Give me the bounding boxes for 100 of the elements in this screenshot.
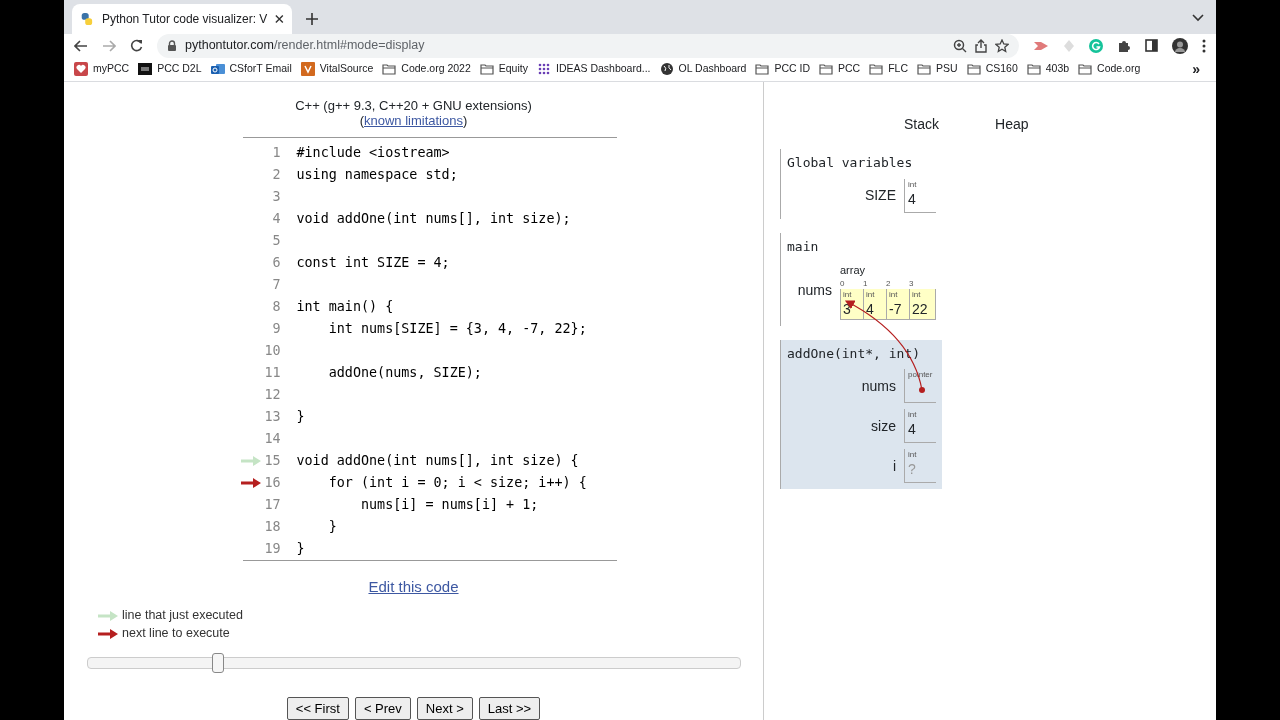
frame-title: Global variables xyxy=(787,154,914,172)
code-line: } xyxy=(327,517,337,536)
mail-icon xyxy=(210,62,225,77)
bookmark-link[interactable]: CSforT Email xyxy=(229,61,292,78)
grid-icon xyxy=(536,62,551,77)
puzzle-icon[interactable] xyxy=(1117,38,1131,53)
line-number: 15 xyxy=(263,451,281,470)
step-button[interactable]: << First xyxy=(286,696,349,720)
zoom-icon[interactable] xyxy=(953,38,967,53)
sidebar-icon[interactable] xyxy=(1145,39,1158,53)
next-line-arrow-icon xyxy=(240,478,261,488)
type-label: int xyxy=(912,289,922,300)
slider-thumb[interactable] xyxy=(211,652,224,673)
line-number: 10 xyxy=(263,341,281,360)
frame-title: main xyxy=(787,237,820,256)
line-number: 13 xyxy=(263,407,281,426)
type-label: int xyxy=(866,289,876,300)
step-button[interactable]: Next > xyxy=(416,696,473,720)
share-icon[interactable] xyxy=(975,38,987,53)
extension-icon[interactable] xyxy=(1033,39,1049,52)
legend-label: next line to execute xyxy=(122,625,230,643)
square-icon xyxy=(138,62,153,77)
close-icon[interactable] xyxy=(275,13,284,24)
code-line: void addOne(int nums[], int size); xyxy=(296,209,571,228)
bookmark-link[interactable]: FLC xyxy=(888,61,909,78)
square-icon xyxy=(300,62,315,77)
limitations-note: (known limitations) xyxy=(358,113,469,128)
back-icon[interactable] xyxy=(74,39,88,52)
avatar-icon[interactable] xyxy=(1172,37,1188,54)
heart-icon xyxy=(74,62,88,77)
section-heading: Stack xyxy=(904,115,939,134)
limitations-link[interactable]: known limitations xyxy=(364,113,463,128)
folder-icon xyxy=(1026,62,1041,77)
type-label: int xyxy=(843,289,853,300)
bookmark-link[interactable]: Code.org xyxy=(1097,61,1141,78)
array-label: array xyxy=(840,263,867,278)
bookmark-link[interactable]: PCC ID xyxy=(774,61,810,78)
folder-icon xyxy=(479,62,494,77)
bookmark-link[interactable]: myPCC xyxy=(93,61,130,78)
line-number: 19 xyxy=(263,539,281,558)
folder-icon xyxy=(1078,62,1093,77)
line-number: 9 xyxy=(271,319,281,338)
step-button[interactable]: < Prev xyxy=(354,696,411,720)
bookmark-link[interactable]: OL Dashboard xyxy=(678,61,747,78)
language-label: C++ (g++ 9.3, C++20 + GNU extensions) xyxy=(295,98,532,113)
code-line: } xyxy=(296,407,305,426)
line-number: 5 xyxy=(271,231,281,250)
variable-name: size xyxy=(871,416,896,436)
bookmark-link[interactable]: PCC xyxy=(838,61,861,78)
python-logo-icon xyxy=(80,10,94,27)
bookmark-link[interactable]: Code.org 2022 xyxy=(401,61,471,78)
code-line: #include <iostream> xyxy=(296,143,450,162)
bookmark-link[interactable]: PSU xyxy=(936,61,958,78)
bookmark-link[interactable]: PCC D2L xyxy=(157,61,202,78)
url-text: pythontutor.com/render.html#mode=display xyxy=(185,37,425,55)
folder-icon xyxy=(869,62,884,77)
lock-icon xyxy=(167,39,177,52)
variable-name: SIZE xyxy=(864,186,896,205)
variable-name: nums xyxy=(861,376,896,396)
bookmark-link[interactable]: 403b xyxy=(1045,61,1070,78)
star-icon[interactable] xyxy=(995,38,1009,53)
code-line: const int SIZE = 4; xyxy=(296,253,450,272)
line-number: 8 xyxy=(271,297,281,316)
variable-value: 22 xyxy=(912,299,929,318)
code-line: void addOne(int nums[], int size) { xyxy=(296,451,579,470)
address-field[interactable]: pythontutor.com/render.html#mode=display xyxy=(157,33,1019,58)
line-number: 4 xyxy=(271,209,281,228)
more-bookmarks-button[interactable]: » xyxy=(1192,58,1200,80)
variable-value: 4 xyxy=(908,189,917,208)
reload-icon[interactable] xyxy=(130,39,143,53)
code-line: int main() { xyxy=(296,297,394,316)
browser-tab[interactable]: Python Tutor code visualizer: V xyxy=(72,3,292,34)
executed-line-arrow-icon xyxy=(240,456,261,466)
step-button[interactable]: Last >> xyxy=(478,696,541,720)
type-label: int xyxy=(908,179,918,190)
new-tab-icon[interactable] xyxy=(306,12,318,25)
line-number: 16 xyxy=(263,473,281,492)
array-index: 0 xyxy=(840,278,845,288)
bookmark-link[interactable]: VitalSource xyxy=(319,61,374,78)
folder-icon xyxy=(755,62,770,77)
code-line: addOne(nums, SIZE); xyxy=(327,363,482,382)
line-number: 11 xyxy=(263,363,281,382)
next-line-arrow-icon xyxy=(98,628,118,639)
line-number: 6 xyxy=(271,253,281,272)
line-number: 14 xyxy=(263,429,281,448)
array-index: 3 xyxy=(909,278,914,288)
variable-name: i xyxy=(892,456,896,476)
edit-code-link[interactable]: Edit this code xyxy=(368,576,459,599)
bookmark-link[interactable]: IDEAS Dashboard... xyxy=(555,61,651,78)
tab-title: Python Tutor code visualizer: V xyxy=(101,10,268,28)
bookmark-link[interactable]: Equity xyxy=(498,61,528,78)
folder-icon xyxy=(966,62,981,77)
menu-icon[interactable] xyxy=(1202,38,1206,53)
variable-value: 4 xyxy=(866,299,875,318)
folder-icon xyxy=(382,62,397,77)
type-label: int xyxy=(889,289,899,300)
line-number: 3 xyxy=(271,187,281,206)
chevron-down-icon[interactable] xyxy=(1192,13,1204,22)
code-line: } xyxy=(296,539,305,558)
bookmark-link[interactable]: CS160 xyxy=(985,61,1018,78)
